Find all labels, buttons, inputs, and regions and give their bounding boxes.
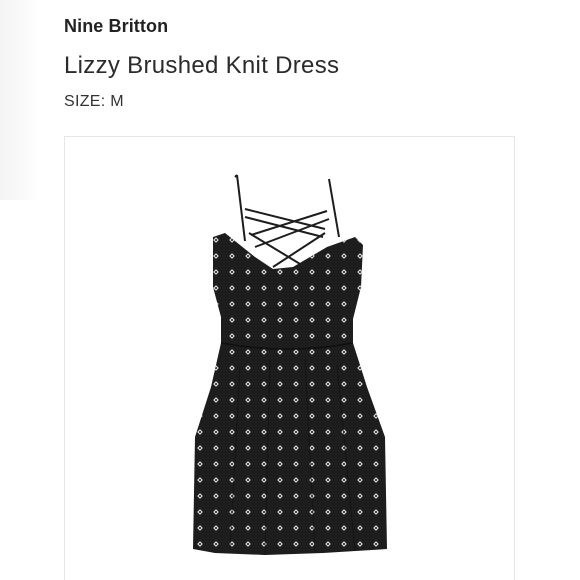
dress-image <box>193 174 387 555</box>
dress-body <box>193 233 387 555</box>
brand-name: Nine Britton <box>64 16 169 36</box>
product-detail-page: Nine Britton Lizzy Brushed Knit Dress SI… <box>0 0 580 580</box>
size-label: SIZE: M <box>64 93 124 110</box>
product-title: Lizzy Brushed Knit Dress <box>64 52 340 79</box>
left-edge-shade <box>0 0 38 200</box>
product-image-card[interactable] <box>64 136 515 580</box>
